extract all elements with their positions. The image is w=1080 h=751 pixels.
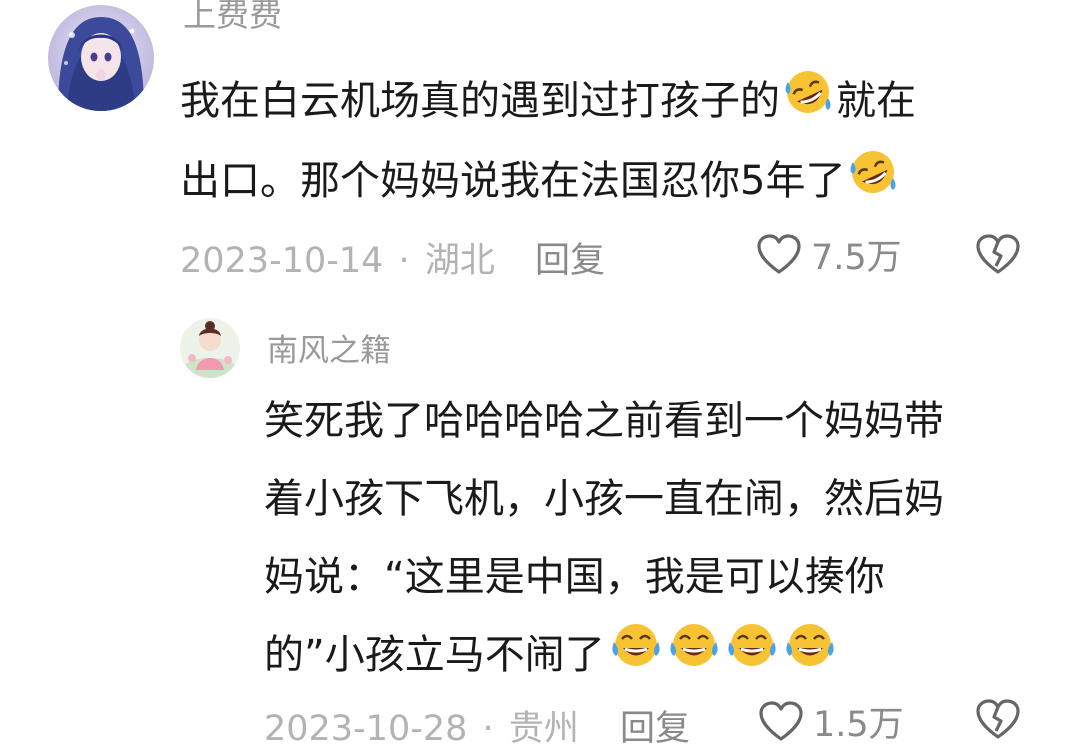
tears-of-joy-emoji [783, 618, 837, 696]
username[interactable]: 上费费 [183, 0, 282, 36]
avatar[interactable] [48, 5, 154, 111]
comment-line: 笑死我了哈哈哈哈之前看到一个妈妈带 [264, 398, 944, 444]
reply-button[interactable]: 回复 [535, 232, 605, 283]
comment-location: 贵州 [508, 709, 579, 749]
dislike-button[interactable] [974, 697, 1022, 741]
comment-text: 笑死我了哈哈哈哈之前看到一个妈妈带 着小孩下飞机，小孩一直在闹，然后妈 妈说：“… [264, 382, 1054, 696]
comment-date: 2023-10-14 [180, 241, 384, 281]
dislike-button[interactable] [974, 232, 1022, 276]
separator: · [398, 241, 410, 281]
comment-meta: 2023-10-28 · 贵州 [264, 700, 579, 751]
comment-line: 的”小孩立马不闹了 [264, 632, 605, 678]
comment-line: 我在白云机场真的遇到过打孩子的 [180, 78, 780, 124]
comment-location: 湖北 [424, 241, 495, 281]
broken-heart-icon [974, 699, 1022, 745]
comment-line: 着小孩下飞机，小孩一直在闹，然后妈 [264, 476, 944, 522]
comment-line: 出口。那个妈妈说我在法国忍你5年了 [180, 158, 846, 204]
broken-heart-icon [974, 234, 1022, 280]
username[interactable]: 南风之籍 [267, 325, 391, 365]
tears-of-joy-emoji [725, 618, 779, 696]
avatar[interactable] [180, 318, 240, 378]
like-count: 1.5万 [813, 704, 904, 745]
rofl-emoji [847, 144, 899, 222]
comment-line: 就在 [836, 78, 916, 124]
heart-outline-icon [755, 232, 803, 276]
comment-text: 我在白云机场真的遇到过打孩子的 就在 出口。那个妈妈说我在法国忍你5年了 [180, 62, 1040, 222]
tears-of-joy-emoji [667, 618, 721, 696]
like-button[interactable]: 7.5万 [755, 230, 902, 278]
comment-line: 妈说：“这里是中国，我是可以揍你 [264, 554, 885, 600]
heart-outline-icon [757, 699, 805, 743]
separator: · [482, 709, 494, 749]
reply-button[interactable]: 回复 [620, 700, 690, 751]
tears-of-joy-emoji [609, 618, 663, 696]
comment-meta: 2023-10-14 · 湖北 [180, 232, 495, 283]
comment-date: 2023-10-28 [264, 709, 468, 749]
like-count: 7.5万 [811, 237, 902, 278]
like-button[interactable]: 1.5万 [757, 697, 904, 745]
rofl-emoji [782, 64, 834, 142]
